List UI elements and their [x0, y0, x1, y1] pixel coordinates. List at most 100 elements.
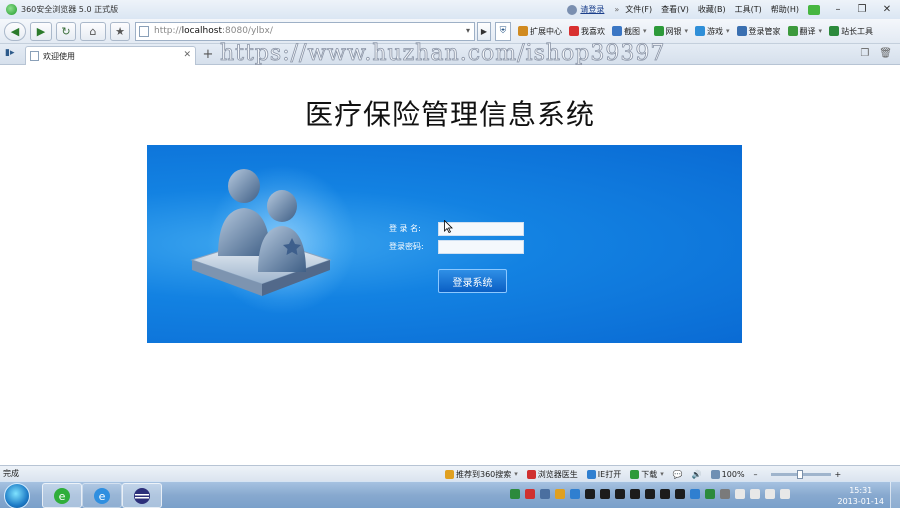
zoom-slider[interactable]	[770, 469, 831, 479]
login-button[interactable]: 登录系统	[438, 269, 507, 293]
qq-icon[interactable]	[675, 489, 685, 499]
home-button[interactable]: ⌂	[80, 21, 106, 41]
speaker-icon[interactable]: 🔊	[692, 470, 702, 479]
tray-icon[interactable]	[690, 489, 700, 499]
toolbar-item[interactable]: 截图 ▾	[612, 26, 647, 37]
language-icon[interactable]	[780, 489, 790, 499]
chevron-icon[interactable]: »	[614, 5, 619, 14]
toolbar-item[interactable]: 游戏 ▾	[695, 26, 730, 37]
chat-icon[interactable]: 💬	[673, 470, 683, 479]
menu-favorites[interactable]: 收藏(B)	[698, 4, 726, 15]
address-dropdown-icon[interactable]: ▾	[466, 26, 470, 35]
new-tab-button[interactable]: +	[200, 47, 216, 62]
zoom-level[interactable]: 100%	[710, 469, 745, 479]
tab-page-icon	[30, 51, 39, 61]
tab-list-icon[interactable]: ❐	[860, 48, 869, 59]
tab-welcome[interactable]: 欢迎使用 ✕	[25, 46, 196, 65]
tab-label: 欢迎使用	[43, 51, 75, 61]
qq-icon[interactable]	[600, 489, 610, 499]
volume-icon[interactable]	[765, 489, 775, 499]
toolbar-item-label: 翻译	[799, 26, 816, 36]
menu-file[interactable]: 文件(F)	[625, 4, 652, 15]
tray-icon[interactable]	[705, 489, 715, 499]
toolbar-item-icon	[569, 26, 579, 36]
ie-icon: e	[94, 487, 110, 504]
taskbar-ie-button[interactable]: e	[82, 483, 122, 508]
mouse-cursor-icon	[444, 220, 453, 233]
toolbar-item[interactable]: 登录管家	[736, 26, 781, 37]
toolbar-item[interactable]: 我喜欢	[569, 26, 605, 37]
toolbar-item-label: 网银	[665, 26, 682, 36]
zoom-slider-handle[interactable]	[796, 469, 803, 479]
qq-icon[interactable]	[645, 489, 655, 499]
chevron-down-icon[interactable]: ▾	[660, 470, 664, 478]
tray-icon[interactable]	[525, 489, 535, 499]
taskbar-eclipse-button[interactable]	[122, 483, 162, 508]
chevron-down-icon[interactable]: ▾	[685, 27, 689, 35]
users-illustration-icon	[190, 169, 332, 296]
title-bar-right: 请登录 » 文件(F) 查看(V) 收藏(B) 工具(T) 帮助(H) – ❐ …	[567, 0, 900, 19]
chevron-down-icon[interactable]: ▾	[819, 27, 823, 35]
toolbar-item-label: 截图	[624, 26, 640, 36]
status-item[interactable]: 下载 ▾	[630, 469, 664, 480]
toolbar-items: 扩展中心 我喜欢 截图 ▾ 网银 ▾ 游戏 ▾ 登录管家 翻译 ▾ 站长工具	[511, 26, 873, 37]
status-item-label: 浏览器医生	[537, 469, 578, 479]
skin-icon[interactable]	[808, 4, 820, 15]
address-url[interactable]: http://localhost:8080/ylbx/	[154, 26, 273, 36]
status-item[interactable]: IE打开	[586, 469, 621, 480]
tab-close-icon[interactable]: ✕	[183, 50, 191, 60]
shield-icon[interactable]: ⛨	[495, 21, 511, 41]
close-button[interactable]: ✕	[874, 0, 900, 19]
refresh-button[interactable]: ↻	[56, 21, 76, 41]
status-item[interactable]: 浏览器医生	[526, 469, 578, 480]
minimize-button[interactable]: –	[826, 0, 850, 19]
qq-icon[interactable]	[615, 489, 625, 499]
login-link-label: 请登录	[580, 5, 605, 14]
restore-button[interactable]: ❐	[850, 0, 874, 19]
toolbar-item-icon	[612, 26, 622, 36]
tray-icon[interactable]	[720, 489, 730, 499]
login-panel: 登 录 名: 登录密码: 登录系统	[147, 145, 742, 343]
tray-icon[interactable]	[555, 489, 565, 499]
url-host: localhost	[181, 26, 222, 36]
trash-icon[interactable]: 🗑	[879, 48, 892, 59]
back-button[interactable]: ◀	[4, 21, 26, 41]
menu-tools[interactable]: 工具(T)	[735, 4, 762, 15]
chevron-down-icon[interactable]: ▾	[514, 470, 518, 478]
zoom-minus-button[interactable]: –	[754, 470, 758, 479]
go-button[interactable]: ▶	[477, 21, 491, 41]
sidebar-toggle-icon[interactable]: ▮▸	[5, 48, 19, 60]
taskbar-clock[interactable]: 15:31 2013-01-14	[838, 485, 885, 507]
flag-icon[interactable]	[750, 489, 760, 499]
start-button[interactable]	[4, 483, 30, 508]
status-text: 完成	[3, 469, 19, 478]
tray-icon[interactable]	[540, 489, 550, 499]
address-bar[interactable]: http://localhost:8080/ylbx/ ▾	[135, 21, 475, 41]
toolbar-item[interactable]: 翻译 ▾	[787, 26, 823, 37]
taskbar-360browser-button[interactable]: e	[42, 483, 82, 508]
zoom-plus-button[interactable]: +	[835, 470, 842, 479]
menu-view[interactable]: 查看(V)	[661, 4, 689, 15]
tray-icon[interactable]	[570, 489, 580, 499]
login-link[interactable]: 请登录	[567, 4, 604, 15]
password-input[interactable]	[438, 239, 524, 254]
toolbar-item[interactable]: 网银 ▾	[653, 26, 689, 37]
watermark-text: https://www.huzhan.com/ishop39397	[220, 41, 666, 67]
toolbar-item[interactable]: 扩展中心	[518, 26, 562, 37]
toolbar-item[interactable]: 站长工具	[829, 26, 873, 37]
status-item[interactable]: 推荐到360搜索 ▾	[445, 469, 518, 480]
password-label: 登录密码:	[389, 242, 424, 251]
toolbar-item-label: 登录管家	[748, 26, 781, 36]
favorite-button[interactable]: ★	[110, 21, 130, 41]
qq-icon[interactable]	[585, 489, 595, 499]
chevron-down-icon[interactable]: ▾	[643, 27, 647, 35]
qq-icon[interactable]	[660, 489, 670, 499]
menu-help[interactable]: 帮助(H)	[771, 4, 799, 15]
show-desktop-button[interactable]	[890, 482, 900, 508]
toolbar-item-icon	[787, 26, 798, 36]
chevron-down-icon[interactable]: ▾	[726, 27, 730, 35]
network-icon[interactable]	[735, 489, 745, 499]
qq-icon[interactable]	[630, 489, 640, 499]
tray-icon[interactable]	[510, 489, 520, 499]
forward-button[interactable]: ▶	[30, 21, 52, 41]
